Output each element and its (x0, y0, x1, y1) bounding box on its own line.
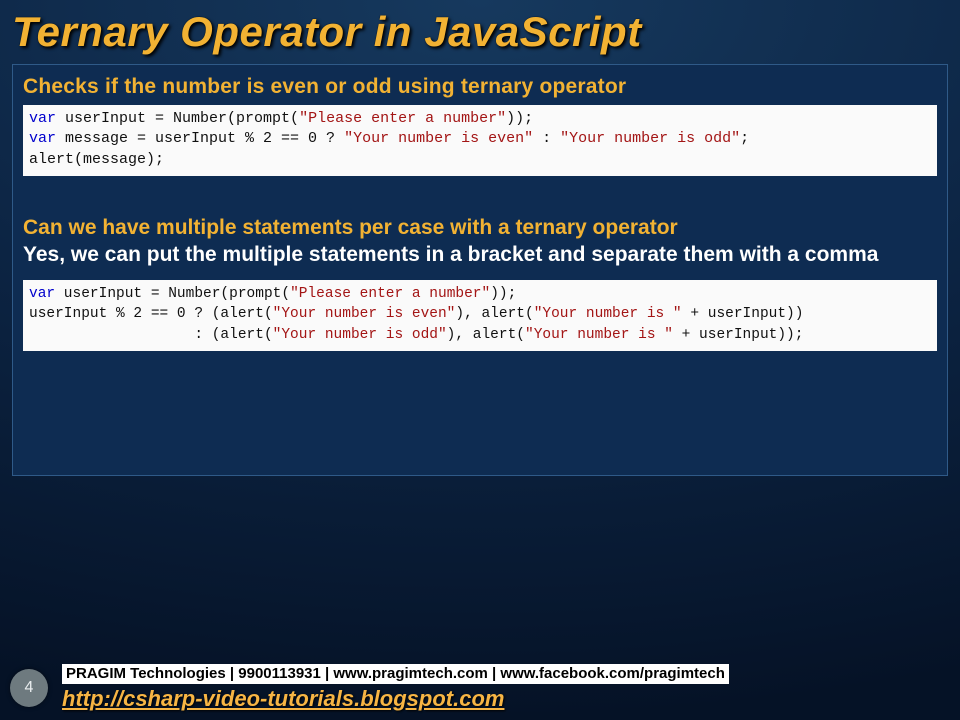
str: "Your number is even" (344, 130, 533, 147)
code-block-2: var userInput = Number(prompt("Please en… (23, 280, 937, 351)
kw-var: var (29, 286, 55, 302)
code-block-1: var userInput = Number(prompt("Please en… (23, 105, 937, 176)
code-text: alert(message); (29, 151, 164, 168)
footer-link[interactable]: http://csharp-video-tutorials.blogspot.c… (62, 686, 948, 712)
code-text: ), alert( (447, 327, 525, 343)
str: "Your number is odd" (273, 327, 447, 343)
footer-text: PRAGIM Technologies | 9900113931 | www.p… (62, 664, 948, 712)
str: "Your number is " (534, 306, 682, 322)
kw-var: var (29, 130, 56, 147)
code-text: userInput % 2 == 0 ? (alert( (29, 306, 273, 322)
code-text: : (alert( (29, 327, 273, 343)
section2-answer: Yes, we can put the multiple statements … (23, 242, 937, 268)
section2-heading: Can we have multiple statements per case… (23, 216, 937, 240)
kw-var: var (29, 110, 56, 127)
str: "Your number is " (525, 327, 673, 343)
code-text: + userInput)); (673, 327, 804, 343)
code-text: ), alert( (455, 306, 533, 322)
code-text: userInput = Number(prompt( (56, 110, 299, 127)
code-text: : (533, 130, 560, 147)
str: "Please enter a number" (290, 286, 490, 302)
slide-title: Ternary Operator in JavaScript (0, 0, 960, 62)
str: "Your number is even" (273, 306, 456, 322)
code-text: userInput = Number(prompt( (55, 286, 290, 302)
code-text: ; (740, 130, 749, 147)
str: "Your number is odd" (560, 130, 740, 147)
code-text: )); (506, 110, 533, 127)
code-text: message = userInput % 2 == 0 ? (56, 130, 344, 147)
footer: 4 PRAGIM Technologies | 9900113931 | www… (0, 664, 960, 712)
str: "Please enter a number" (299, 110, 506, 127)
footer-company-line: PRAGIM Technologies | 9900113931 | www.p… (62, 664, 729, 684)
section1-heading: Checks if the number is even or odd usin… (23, 75, 937, 99)
code-text: )); (490, 286, 516, 302)
code-text: + userInput)) (682, 306, 804, 322)
page-number-badge: 4 (10, 669, 48, 707)
content-box: Checks if the number is even or odd usin… (12, 64, 948, 476)
